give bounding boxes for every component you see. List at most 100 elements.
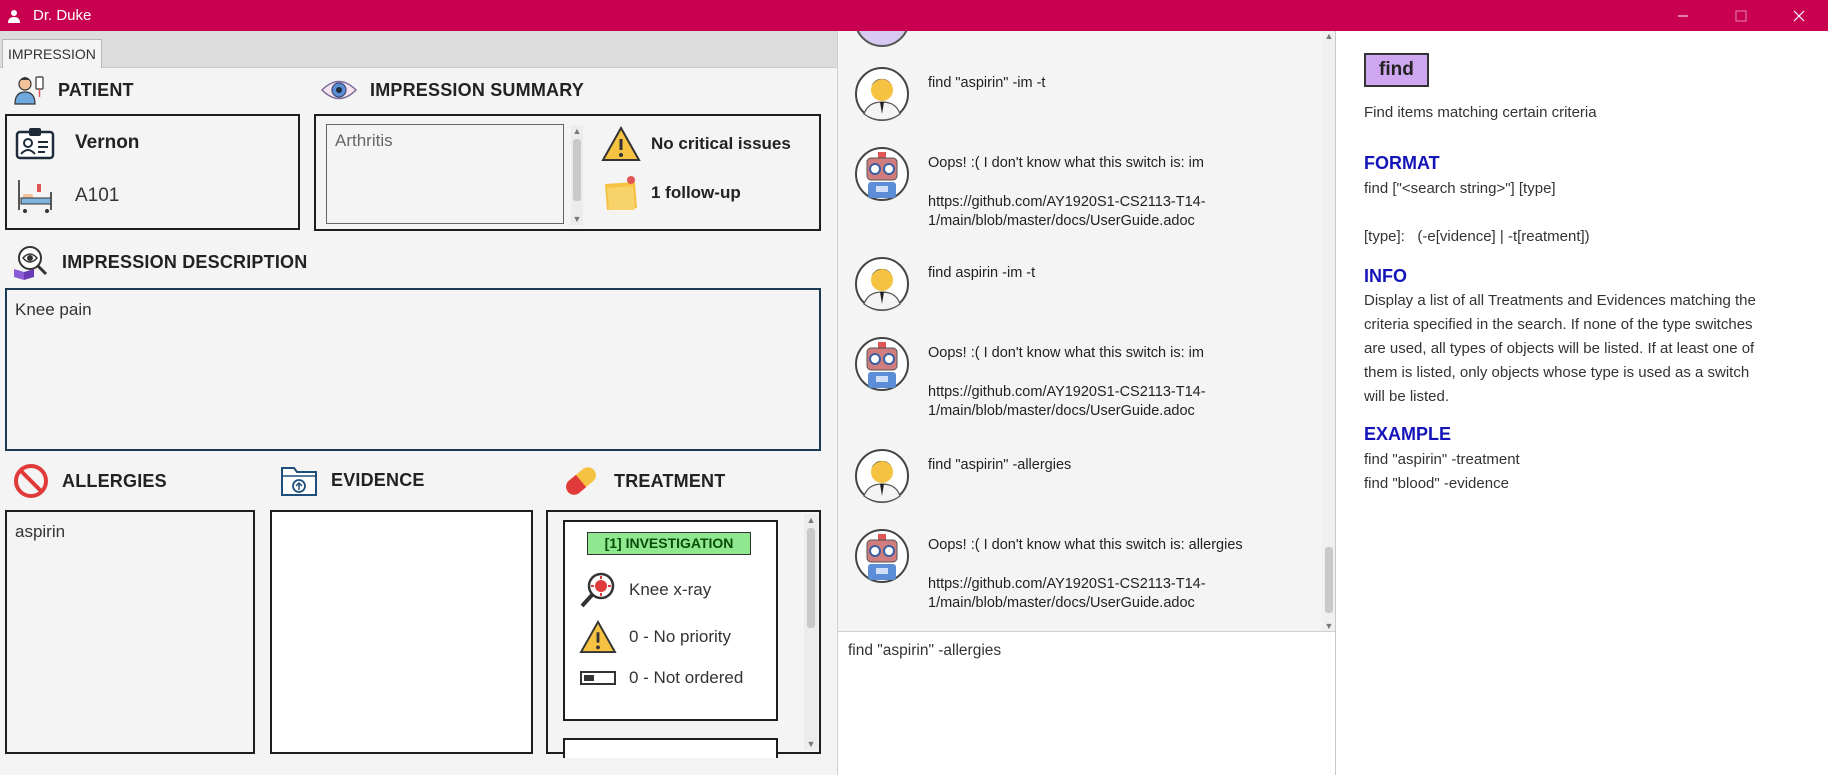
- scroll-down-icon: ▼: [806, 739, 816, 749]
- example-2: find "blood" -evidence: [1364, 475, 1509, 492]
- user-avatar-icon: [855, 67, 909, 121]
- warning-icon: [601, 126, 641, 161]
- treatment-status: 0 - Not ordered: [629, 668, 744, 687]
- robot-avatar-icon: [855, 529, 909, 583]
- message-body: Oops! :( I don't know what this switch i…: [928, 537, 1243, 553]
- chat-scrollbar[interactable]: ▲ ▼: [1322, 31, 1336, 631]
- message-text: Oops! :( I don't know what this switch i…: [928, 344, 1308, 421]
- patient-bed: A101: [75, 185, 120, 206]
- treatment-status-row: 0 - Not ordered: [577, 668, 743, 688]
- treatment-card[interactable]: [1] INVESTIGATION Knee x-ray 0 - No prio…: [563, 520, 778, 721]
- allergies-heading: ALLERGIES: [12, 462, 167, 500]
- summary-heading-label: IMPRESSION SUMMARY: [370, 79, 584, 100]
- message-text: find "aspirin" -im -t: [928, 75, 1046, 91]
- treatment-scrollbar[interactable]: ▲ ▼: [804, 514, 818, 750]
- progress-bar-icon: [580, 671, 616, 685]
- maximize-icon: [1735, 10, 1747, 21]
- message-link[interactable]: https://github.com/AY1920S1-CS2113-T14-1…: [928, 575, 1308, 613]
- eye-icon: [320, 80, 358, 100]
- robot-avatar-icon: [855, 337, 909, 391]
- prohibited-icon: [14, 464, 48, 498]
- treatment-scroll-thumb[interactable]: [807, 528, 815, 628]
- format-heading: FORMAT: [1364, 153, 1440, 173]
- description-heading: IMPRESSION DESCRIPTION: [12, 243, 307, 281]
- impression-pane: IMPRESSION PATIENT Vernon A101 IMPRESSIO…: [0, 31, 837, 775]
- summary-scroll-thumb[interactable]: [573, 139, 581, 201]
- message-body: Oops! :( I don't know what this switch i…: [928, 155, 1204, 171]
- message-link[interactable]: https://github.com/AY1920S1-CS2113-T14-1…: [928, 383, 1308, 421]
- patient-bed-row: A101: [15, 178, 119, 214]
- pill-icon: [566, 467, 596, 495]
- message-text: Oops! :( I don't know what this switch i…: [928, 154, 1308, 231]
- title-bar: Dr. Duke: [0, 0, 1828, 31]
- chat-message: Oops! :( I don't know what this switch i…: [854, 146, 1314, 231]
- scroll-down-icon: ▼: [1324, 621, 1334, 631]
- command-input[interactable]: find "aspirin" -allergies: [838, 631, 1336, 775]
- chat-pane: find "aspirin" -im -t Oops! :( I don't k…: [837, 31, 1336, 775]
- id-card-icon: [15, 128, 55, 160]
- scroll-down-icon: ▼: [572, 214, 582, 224]
- treatment-priority-row: 0 - No priority: [577, 620, 731, 654]
- chat-history: find "aspirin" -im -t Oops! :( I don't k…: [838, 31, 1336, 631]
- tab-impression[interactable]: IMPRESSION: [2, 39, 102, 68]
- summary-text-area[interactable]: Arthritis: [326, 124, 564, 224]
- allergies-heading-label: ALLERGIES: [62, 470, 167, 491]
- minimize-button[interactable]: [1654, 0, 1712, 31]
- critical-status: No critical issues: [651, 134, 791, 153]
- treatment-name: Knee x-ray: [629, 580, 712, 599]
- summary-card: Arthritis ▲ ▼ No critical issues 1 follo…: [314, 114, 821, 231]
- patient-name: Vernon: [75, 132, 140, 153]
- message-text: find aspirin -im -t: [928, 265, 1036, 281]
- scroll-up-icon: ▲: [572, 126, 582, 136]
- evidence-list: [270, 510, 533, 754]
- treatment-card-next[interactable]: [563, 738, 778, 758]
- example-1: find "aspirin" -treatment: [1364, 451, 1520, 468]
- investigation-badge: [1] INVESTIGATION: [587, 532, 751, 555]
- hospital-bed-icon: [18, 180, 52, 213]
- message-body: Oops! :( I don't know what this switch i…: [928, 345, 1204, 361]
- info-text: Display a list of all Treatments and Evi…: [1364, 292, 1756, 405]
- treatment-list: [1] INVESTIGATION Knee x-ray 0 - No prio…: [546, 510, 821, 758]
- info-heading: INFO: [1364, 266, 1407, 286]
- scroll-up-icon: ▲: [806, 515, 816, 525]
- message-text: find "aspirin" -allergies: [928, 457, 1072, 473]
- minimize-icon: [1678, 15, 1688, 16]
- maximize-button[interactable]: [1712, 0, 1770, 31]
- summary-text: Arthritis: [335, 131, 393, 150]
- patient-icon: [14, 76, 44, 105]
- evidence-heading: EVIDENCE: [279, 462, 425, 498]
- robot-avatar-icon: [855, 147, 909, 201]
- help-pane: find Find items matching certain criteri…: [1335, 31, 1828, 775]
- allergy-item[interactable]: aspirin: [15, 522, 65, 542]
- type-line: [type]: (-e[vidence] | -t[reatment]): [1364, 228, 1590, 245]
- command-input-value: find "aspirin" -allergies: [848, 642, 1002, 659]
- description-text: Knee pain: [15, 300, 92, 319]
- example-heading: EXAMPLE: [1364, 424, 1452, 444]
- window-controls: [1654, 0, 1828, 31]
- patient-card: Vernon A101: [5, 114, 300, 230]
- magnifier-bacteria-icon: [580, 572, 615, 608]
- command-badge: find: [1364, 53, 1429, 87]
- description-heading-label: IMPRESSION DESCRIPTION: [62, 251, 308, 272]
- search-book-icon: [14, 246, 48, 280]
- summary-scrollbar[interactable]: ▲ ▼: [571, 125, 583, 225]
- close-button[interactable]: [1770, 0, 1828, 31]
- user-avatar-icon: [855, 449, 909, 503]
- sticky-note-icon: [605, 176, 637, 210]
- chat-message: Oops! :( I don't know what this switch i…: [854, 528, 1314, 613]
- followup-status: 1 follow-up: [651, 183, 741, 202]
- doctor-icon: [8, 9, 20, 23]
- treatment-heading: TREATMENT: [560, 462, 725, 500]
- treatment-priority: 0 - No priority: [629, 627, 732, 646]
- followup-status-row: 1 follow-up: [601, 174, 741, 212]
- message-link[interactable]: https://github.com/AY1920S1-CS2113-T14-1…: [928, 193, 1308, 231]
- chat-scroll-thumb[interactable]: [1325, 547, 1333, 613]
- window-title: Dr. Duke: [33, 7, 92, 24]
- tab-strip: IMPRESSION: [0, 31, 837, 68]
- summary-heading: IMPRESSION SUMMARY: [320, 75, 584, 105]
- message-text: Oops! :( I don't know what this switch i…: [928, 536, 1308, 613]
- chat-message: Oops! :( I don't know what this switch i…: [854, 336, 1314, 421]
- allergies-list: aspirin: [5, 510, 255, 754]
- chat-message: find "aspirin" -im -t: [854, 66, 1314, 122]
- description-text-area[interactable]: Knee pain: [5, 288, 821, 451]
